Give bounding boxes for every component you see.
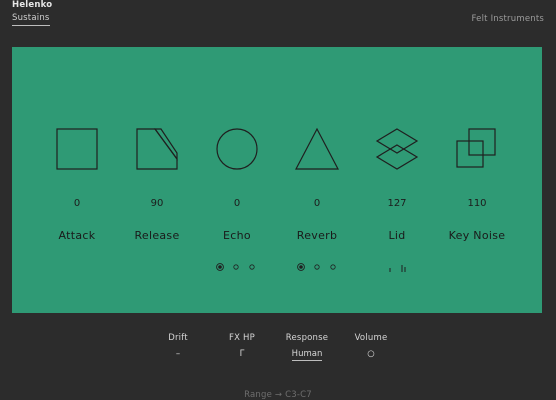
response-control[interactable]: Response Human bbox=[272, 333, 342, 361]
stacked-diamonds-icon bbox=[375, 128, 419, 170]
trapezoid-icon bbox=[136, 128, 178, 170]
triangle-icon bbox=[295, 127, 339, 170]
release-label: Release bbox=[134, 229, 180, 242]
lid-indicator-icon[interactable] bbox=[388, 263, 408, 273]
reverb-mode-selector[interactable] bbox=[297, 263, 337, 273]
radio-selected-icon[interactable] bbox=[297, 263, 305, 271]
reverb-value: 0 bbox=[313, 198, 321, 209]
echo-mode-selector[interactable] bbox=[216, 263, 256, 273]
fx-hp-label: FX HP bbox=[229, 333, 255, 343]
range-label: Range → C3-C7 bbox=[244, 390, 312, 400]
fx-hp-control[interactable]: FX HP Γ bbox=[207, 333, 277, 359]
overlapping-squares-icon bbox=[456, 128, 496, 168]
volume-label: Volume bbox=[354, 333, 388, 343]
radio-icon[interactable] bbox=[232, 263, 240, 271]
attack-label: Attack bbox=[58, 229, 96, 242]
radio-selected-icon[interactable] bbox=[216, 263, 224, 271]
fx-hp-value[interactable]: Γ bbox=[207, 349, 277, 359]
key-noise-value: 110 bbox=[467, 198, 487, 209]
radio-icon[interactable] bbox=[248, 263, 256, 271]
brand-label: Felt Instruments bbox=[471, 14, 544, 24]
echo-value: 0 bbox=[233, 198, 241, 209]
drift-control[interactable]: Drift – bbox=[143, 333, 213, 359]
radio-icon[interactable] bbox=[313, 263, 321, 271]
drift-label: Drift bbox=[168, 333, 188, 343]
app-title: Helenko bbox=[12, 0, 53, 10]
radio-icon[interactable] bbox=[329, 263, 337, 271]
controls-panel: 0 Attack 90 Release 0 Echo 0 Reverb 127 … bbox=[12, 47, 542, 313]
lid-label: Lid bbox=[388, 229, 406, 242]
volume-control[interactable]: Volume ○ bbox=[336, 333, 406, 359]
key-noise-label: Key Noise bbox=[448, 229, 506, 242]
circle-icon bbox=[216, 128, 258, 170]
echo-label: Echo bbox=[223, 229, 251, 242]
square-icon bbox=[56, 128, 98, 170]
release-value: 90 bbox=[150, 198, 164, 209]
tab-sustains[interactable]: Sustains bbox=[12, 13, 50, 26]
volume-knob-icon[interactable]: ○ bbox=[336, 349, 406, 359]
lid-value: 127 bbox=[387, 198, 407, 209]
drift-value[interactable]: – bbox=[143, 349, 213, 359]
reverb-label: Reverb bbox=[296, 229, 338, 242]
response-label: Response bbox=[285, 333, 329, 343]
attack-value: 0 bbox=[73, 198, 81, 209]
response-value[interactable]: Human bbox=[291, 349, 323, 361]
